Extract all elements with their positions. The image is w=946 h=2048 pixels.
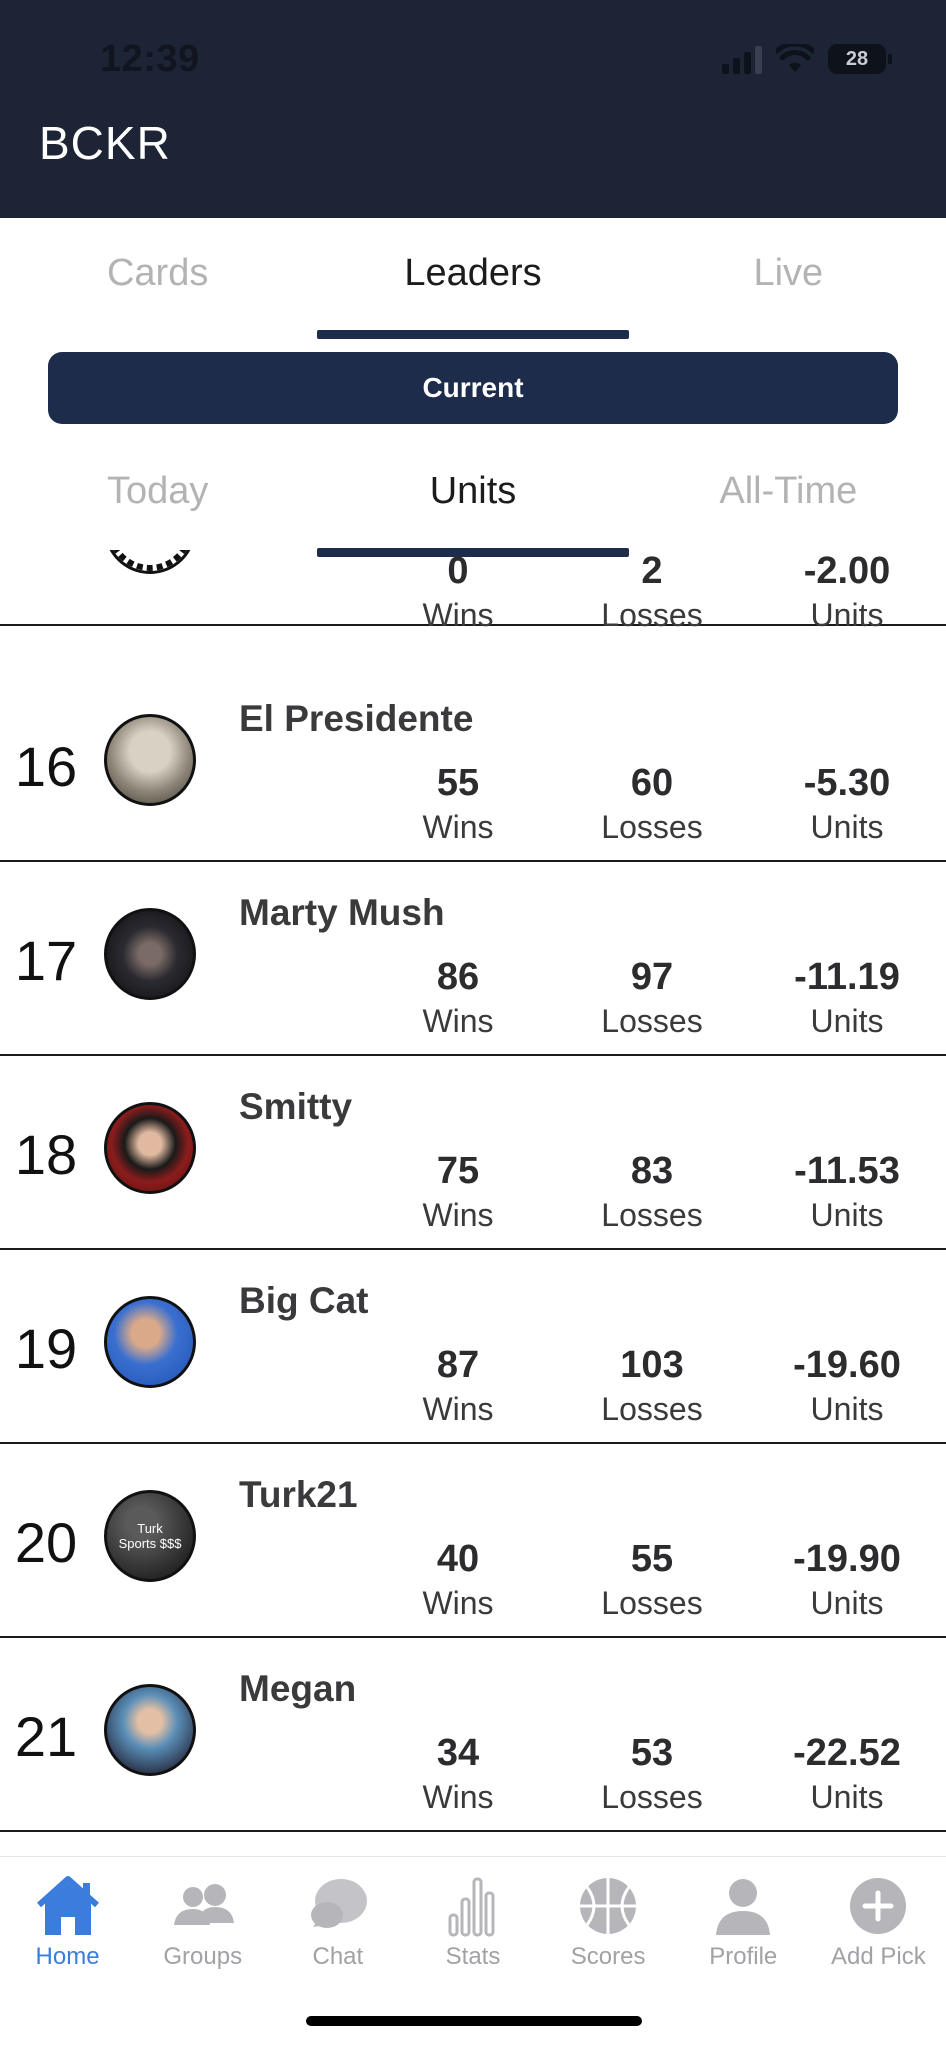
losses-stat: 55 Losses bbox=[601, 1538, 703, 1621]
user-name: Marty Mush bbox=[239, 892, 445, 933]
units-stat: -19.60 Units bbox=[793, 1344, 901, 1427]
tab-today[interactable]: Today bbox=[0, 470, 315, 513]
nav-groups[interactable]: Groups bbox=[135, 1857, 270, 1977]
signal-icon bbox=[722, 44, 762, 74]
status-icons: 28 bbox=[722, 44, 892, 74]
avatar bbox=[104, 1102, 196, 1194]
avatar bbox=[104, 908, 196, 1000]
status-time: 12:39 bbox=[100, 38, 200, 80]
bottom-nav: Home Groups Chat Stats Scores Profile Ad… bbox=[0, 1856, 946, 1977]
user-name: Megan bbox=[239, 1668, 357, 1709]
user-name: El Presidente bbox=[239, 698, 474, 739]
wins-stat: 87 Wins bbox=[422, 1344, 494, 1427]
battery-icon: 28 bbox=[828, 44, 892, 74]
barstool-logo-avatar bbox=[104, 550, 196, 574]
losses-stat: 103 Losses bbox=[601, 1344, 703, 1427]
add-icon bbox=[850, 1878, 907, 1934]
units-stat: -11.19 Units bbox=[794, 956, 900, 1039]
avatar bbox=[104, 1684, 196, 1776]
wins-stat: 40 Wins bbox=[422, 1538, 494, 1621]
chat-icon bbox=[310, 1879, 367, 1928]
rank-number: 20 bbox=[14, 1511, 78, 1574]
app-header: 12:39 28 BCKR bbox=[0, 0, 946, 218]
basketball-icon bbox=[580, 1878, 637, 1934]
leaderboard-row[interactable]: 17 Marty Mush 86 Wins 97 Losses -11.19 Unit… bbox=[0, 860, 946, 1056]
turk-sports-avatar: Turk Sports $$$ bbox=[104, 1490, 196, 1582]
wifi-icon bbox=[776, 44, 814, 72]
groups-icon bbox=[173, 1884, 234, 1925]
rank-number: 19 bbox=[14, 1317, 78, 1380]
period-tabs: Today Units All-Time bbox=[0, 470, 946, 513]
home-indicator bbox=[306, 2016, 642, 2026]
losses-stat: 60 Losses bbox=[601, 762, 703, 845]
leaderboard-row[interactable]: 21 Megan 34 Wins 53 Losses -22.52 Units bbox=[0, 1636, 946, 1832]
app-title: BCKR bbox=[39, 117, 171, 169]
wins-stat: 55 Wins bbox=[422, 762, 494, 845]
tab-all-time[interactable]: All-Time bbox=[631, 470, 946, 513]
leaderboard-row[interactable]: 20 Turk Sports $$$ Turk21 40 Wins 55 Losse… bbox=[0, 1442, 946, 1638]
tab-units[interactable]: Units bbox=[315, 470, 630, 513]
leaderboard-row[interactable]: 16 El Presidente 55 Wins 60 Losses -5.30 Un… bbox=[0, 666, 946, 862]
leaderboard-row[interactable]: 18 Smitty 75 Wins 83 Losses -11.53 Units bbox=[0, 1054, 946, 1250]
units-stat: -5.30 Units bbox=[803, 762, 891, 845]
leaderboard-list[interactable]: 15 0Wins 2Losses -2.00Units 16 El Presid… bbox=[0, 550, 946, 1835]
main-tabs: Cards Leaders Live bbox=[0, 252, 946, 295]
units-stat: -22.52 Units bbox=[793, 1732, 901, 1815]
avatar-text: Turk Sports $$$ bbox=[118, 1521, 182, 1551]
nav-chat[interactable]: Chat bbox=[270, 1857, 405, 1977]
units-stat: -11.53 Units bbox=[794, 1150, 900, 1233]
nav-add-pick[interactable]: Add Pick bbox=[811, 1857, 946, 1977]
leaderboard-row[interactable]: 15 0Wins 2Losses -2.00Units bbox=[0, 550, 946, 633]
nav-profile[interactable]: Profile bbox=[676, 1857, 811, 1977]
profile-icon bbox=[716, 1879, 771, 1935]
rank-number: 16 bbox=[14, 735, 78, 798]
units-stat: -2.00 Units bbox=[803, 550, 891, 633]
rank-number: 17 bbox=[14, 929, 78, 992]
losses-stat: 97 Losses bbox=[601, 956, 703, 1039]
losses-stat: 53 Losses bbox=[601, 1732, 703, 1815]
user-name: Smitty bbox=[239, 1086, 353, 1127]
home-icon bbox=[36, 1876, 99, 1935]
nav-scores[interactable]: Scores bbox=[541, 1857, 676, 1977]
nav-stats[interactable]: Stats bbox=[405, 1857, 540, 1977]
user-name: Big Cat bbox=[239, 1280, 369, 1321]
user-name: Turk21 bbox=[239, 1474, 358, 1515]
units-stat: -19.90 Units bbox=[793, 1538, 901, 1621]
avatar bbox=[104, 714, 196, 806]
wins-stat: 75 Wins bbox=[422, 1150, 494, 1233]
losses-stat: 2 Losses bbox=[601, 550, 703, 633]
rank-number: 21 bbox=[14, 1705, 78, 1768]
nav-home[interactable]: Home bbox=[0, 1857, 135, 1977]
wins-stat: 34 Wins bbox=[422, 1732, 494, 1815]
avatar bbox=[104, 1296, 196, 1388]
tab-cards[interactable]: Cards bbox=[0, 252, 315, 295]
wins-stat: 86 Wins bbox=[422, 956, 494, 1039]
current-button[interactable]: Current bbox=[48, 352, 898, 424]
wins-stat: 0 Wins bbox=[422, 550, 494, 633]
tab-live[interactable]: Live bbox=[631, 252, 946, 295]
tab-active-indicator bbox=[317, 330, 629, 339]
losses-stat: 83 Losses bbox=[601, 1150, 703, 1233]
leaderboard-row[interactable]: 19 Big Cat 87 Wins 103 Losses -19.60 Units bbox=[0, 1248, 946, 1444]
stats-icon bbox=[448, 1877, 495, 1937]
rank-number: 18 bbox=[14, 1123, 78, 1186]
tab-leaders[interactable]: Leaders bbox=[315, 252, 630, 295]
